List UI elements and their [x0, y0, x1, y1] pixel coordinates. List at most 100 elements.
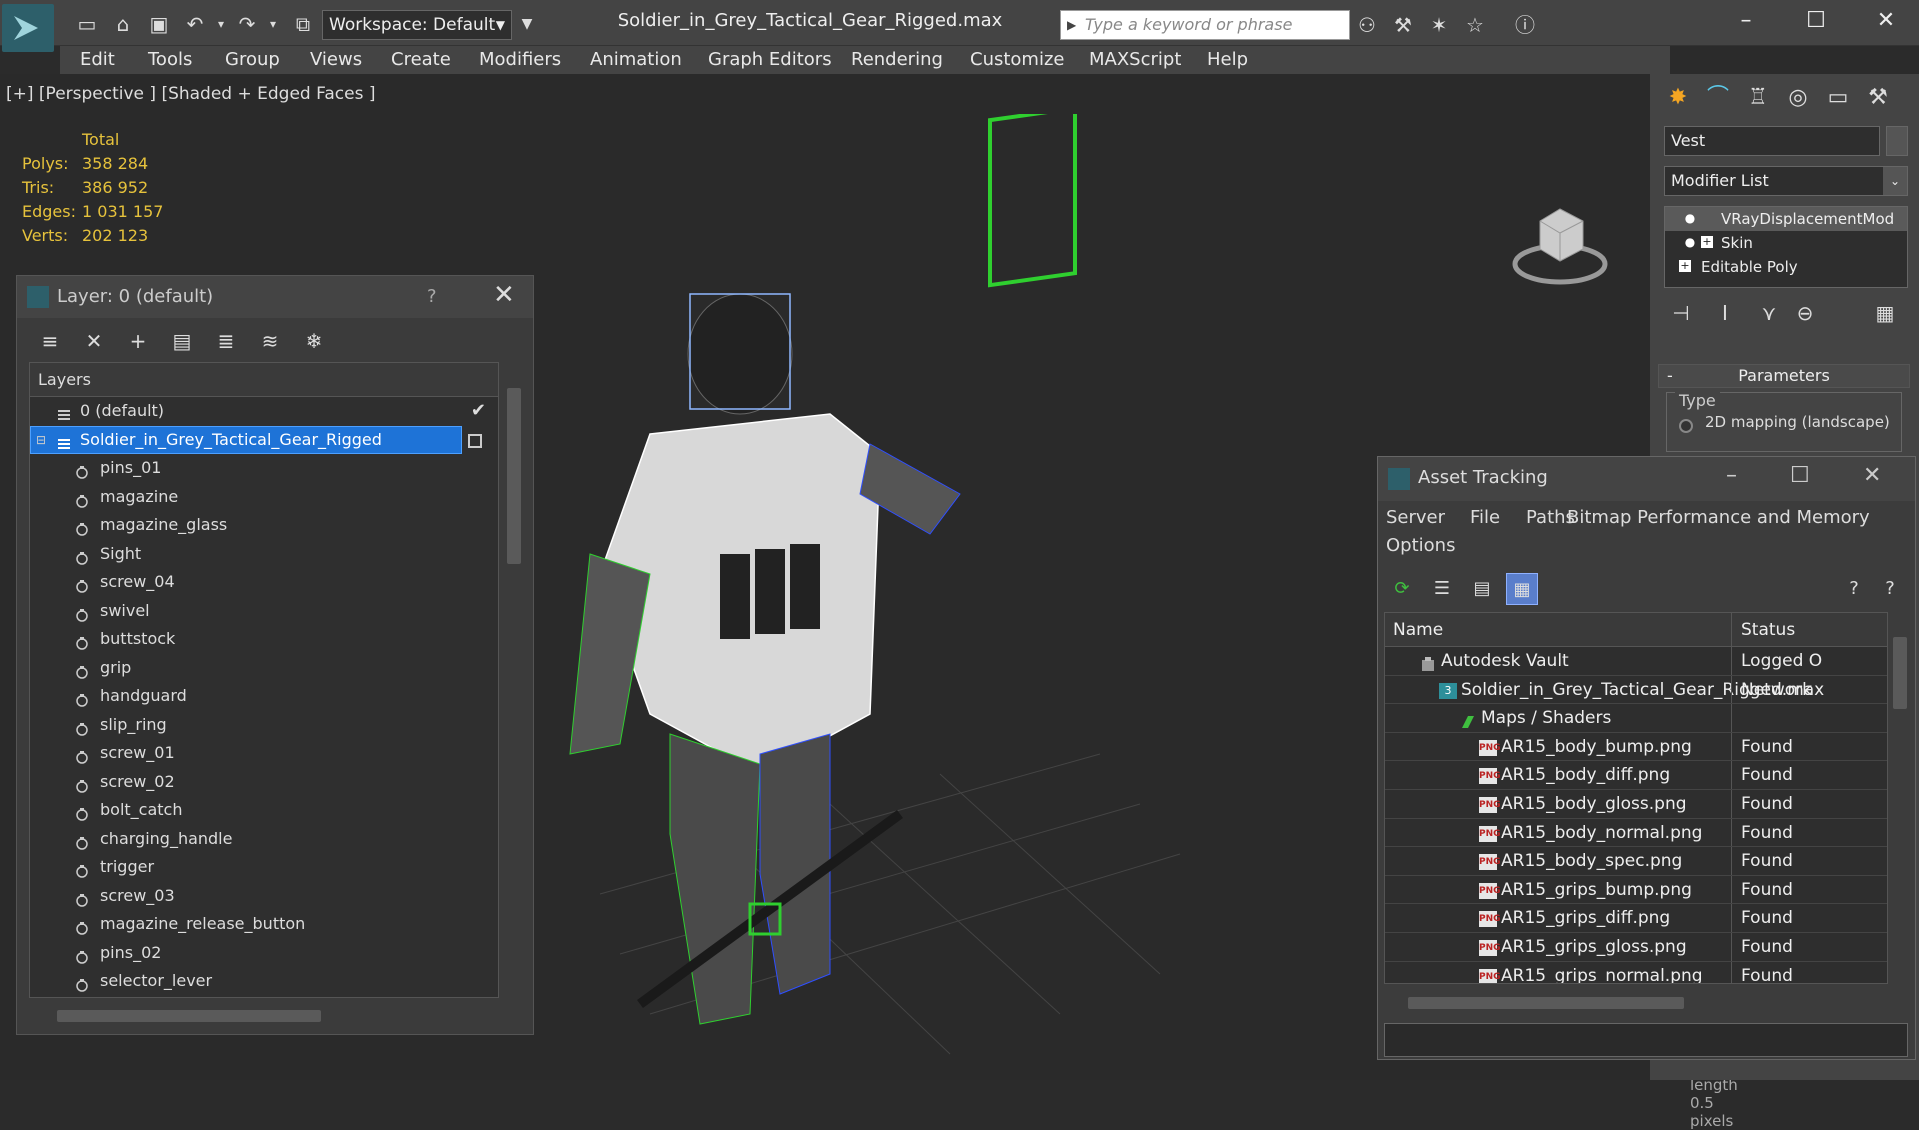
- lightbulb-icon[interactable]: ●: [1683, 211, 1697, 225]
- add-to-layer-icon[interactable]: +: [121, 324, 155, 358]
- menu-customize[interactable]: Customize: [970, 48, 1064, 72]
- menu-edit[interactable]: Edit: [80, 48, 115, 72]
- layer-object-row[interactable]: handguard: [30, 682, 498, 711]
- asset-row[interactable]: PNG AR15_body_diff.png Found: [1385, 761, 1887, 790]
- help-icon[interactable]: ?: [1838, 573, 1870, 605]
- modifier-stack-item[interactable]: + Editable Poly: [1665, 255, 1907, 279]
- maximize-icon[interactable]: ☐: [1792, 6, 1840, 36]
- menu-rendering[interactable]: Rendering: [851, 48, 943, 72]
- asset-tracking-titlebar[interactable]: Asset Tracking – ☐ ✕: [1378, 457, 1915, 501]
- configure-modifier-sets-icon[interactable]: ▦: [1868, 296, 1902, 330]
- context-help-icon[interactable]: ?: [1874, 573, 1906, 605]
- asset-row[interactable]: PNG AR15_body_normal.png Found: [1385, 818, 1887, 848]
- maximize-icon[interactable]: ☐: [1790, 463, 1810, 488]
- asset-vertical-scrollbar[interactable]: [1893, 637, 1907, 709]
- layer-row-soldier[interactable]: ⊟ Soldier_in_Grey_Tactical_Gear_Rigged: [30, 425, 498, 455]
- modifier-stack-item[interactable]: ● + Skin: [1665, 231, 1907, 255]
- object-color-swatch[interactable]: [1886, 126, 1908, 156]
- view-cube[interactable]: [1505, 199, 1615, 289]
- asset-menu-bitmap[interactable]: Bitmap Performance and Memory: [1567, 507, 1870, 528]
- new-layer-icon[interactable]: ≡: [33, 324, 67, 358]
- asset-row[interactable]: PNG AR15_grips_bump.png Found: [1385, 875, 1887, 905]
- asset-row[interactable]: PNG AR15_body_gloss.png Found: [1385, 789, 1887, 819]
- asset-row[interactable]: Maps / Shaders: [1385, 704, 1887, 733]
- layer-object-row[interactable]: magazine_release_button: [30, 910, 498, 939]
- menu-create[interactable]: Create: [391, 48, 451, 72]
- control-panel-shape[interactable]: [988, 114, 1077, 288]
- layer-horizontal-scrollbar[interactable]: [57, 1010, 321, 1022]
- layer-object-row[interactable]: magazine_glass: [30, 511, 498, 540]
- close-icon[interactable]: ✕: [493, 280, 515, 310]
- layer-object-row[interactable]: pins_01: [30, 454, 498, 483]
- viewport-label[interactable]: [+] [Perspective ] [Shaded + Edged Faces…: [6, 84, 375, 104]
- asset-menu-options[interactable]: Options: [1386, 535, 1455, 556]
- binoculars-icon[interactable]: ⚇: [1352, 10, 1382, 40]
- workspace-selector[interactable]: Workspace: Default ▼: [322, 10, 512, 40]
- app-logo-icon[interactable]: [2, 4, 54, 52]
- search-expand-icon[interactable]: ▶: [1067, 11, 1076, 39]
- tools-icon[interactable]: ⚒: [1388, 10, 1418, 40]
- collapse-icon[interactable]: ⊟: [36, 426, 52, 447]
- layer-object-row[interactable]: screw_03: [30, 882, 498, 911]
- layer-object-row[interactable]: slip_ring: [30, 711, 498, 740]
- modifier-stack-item[interactable]: ● VRayDisplacementMod: [1665, 207, 1907, 231]
- layer-object-row[interactable]: Sight: [30, 540, 498, 569]
- current-layer-box-icon[interactable]: [468, 433, 482, 448]
- modifier-list-dropdown[interactable]: Modifier List ⌄: [1664, 166, 1908, 196]
- help-icon[interactable]: ?: [427, 286, 437, 307]
- asset-menu-file[interactable]: File: [1470, 507, 1500, 528]
- asset-table[interactable]: Name Status Autodesk Vault Logged O 3 Soldi…: [1384, 612, 1888, 984]
- head-mesh[interactable]: [687, 293, 793, 415]
- layer-object-row[interactable]: magazine: [30, 483, 498, 512]
- lightbulb-icon[interactable]: ●: [1683, 235, 1697, 249]
- project-icon[interactable]: ⧉: [288, 10, 318, 38]
- hide-all-layers-icon[interactable]: ≋: [253, 324, 287, 358]
- modify-tab-icon[interactable]: ⌒: [1700, 80, 1736, 116]
- menu-graph-editors[interactable]: Graph Editors: [708, 48, 832, 72]
- asset-row[interactable]: PNG AR15_grips_normal.png Found: [1385, 961, 1887, 983]
- mag-pouch[interactable]: [755, 549, 785, 634]
- layer-object-row[interactable]: grip: [30, 654, 498, 683]
- minimize-icon[interactable]: –: [1722, 6, 1770, 36]
- freeze-all-layers-icon[interactable]: ❄: [297, 324, 331, 358]
- menu-views[interactable]: Views: [310, 48, 362, 72]
- layer-object-row[interactable]: bolt_catch: [30, 796, 498, 825]
- layer-panel-titlebar[interactable]: Layer: 0 (default) ? ✕: [17, 276, 533, 318]
- favorites-star-icon[interactable]: ☆: [1460, 10, 1490, 40]
- name-column-header[interactable]: Name: [1393, 613, 1443, 647]
- utilities-tab-icon[interactable]: ⚒: [1860, 80, 1896, 116]
- display-tab-icon[interactable]: ▭: [1820, 80, 1856, 116]
- checkmark-icon[interactable]: ✔: [471, 397, 486, 426]
- asset-row[interactable]: 3 Soldier_in_Grey_Tactical_Gear_Rigged.ma…: [1385, 675, 1887, 705]
- help-icon[interactable]: ⓘ: [1510, 10, 1540, 40]
- layer-object-row[interactable]: screw_02: [30, 768, 498, 797]
- asset-row[interactable]: PNG AR15_grips_gloss.png Found: [1385, 932, 1887, 962]
- menu-maxscript[interactable]: MAXScript: [1089, 48, 1181, 72]
- menu-animation[interactable]: Animation: [590, 48, 682, 72]
- motion-tab-icon[interactable]: ◎: [1780, 80, 1816, 116]
- layer-vertical-scrollbar[interactable]: [507, 388, 521, 564]
- layer-object-row[interactable]: trigger: [30, 853, 498, 882]
- soldier-3d-model[interactable]: [500, 114, 1200, 1074]
- menu-modifiers[interactable]: Modifiers: [479, 48, 561, 72]
- edge-length-value[interactable]: 0.5: [1690, 1094, 1714, 1112]
- layer-object-row[interactable]: pins_02: [30, 939, 498, 968]
- delete-layer-icon[interactable]: ✕: [77, 324, 111, 358]
- select-in-layer-icon[interactable]: ▤: [165, 324, 199, 358]
- menu-tools[interactable]: Tools: [148, 48, 192, 72]
- layer-object-row[interactable]: selector_lever: [30, 967, 498, 996]
- highlight-layer-icon[interactable]: ≣: [209, 324, 243, 358]
- close-icon[interactable]: ✕: [1862, 6, 1910, 36]
- expand-icon[interactable]: +: [1701, 236, 1713, 248]
- mag-pouch[interactable]: [790, 544, 820, 629]
- layer-object-row[interactable]: swivel: [30, 597, 498, 626]
- satellite-icon[interactable]: ✶: [1424, 10, 1454, 40]
- object-name-field[interactable]: Vest: [1664, 126, 1880, 156]
- layer-object-row[interactable]: buttstock: [30, 625, 498, 654]
- asset-row[interactable]: PNG AR15_grips_diff.png Found: [1385, 904, 1887, 933]
- right-leg-mesh[interactable]: [759, 733, 831, 995]
- asset-row[interactable]: PNG AR15_body_bump.png Found: [1385, 732, 1887, 762]
- layer-row-default[interactable]: 0 (default) ✔: [30, 397, 498, 426]
- make-unique-icon[interactable]: ⋎: [1752, 296, 1786, 330]
- asset-row[interactable]: Autodesk Vault Logged O: [1385, 647, 1887, 676]
